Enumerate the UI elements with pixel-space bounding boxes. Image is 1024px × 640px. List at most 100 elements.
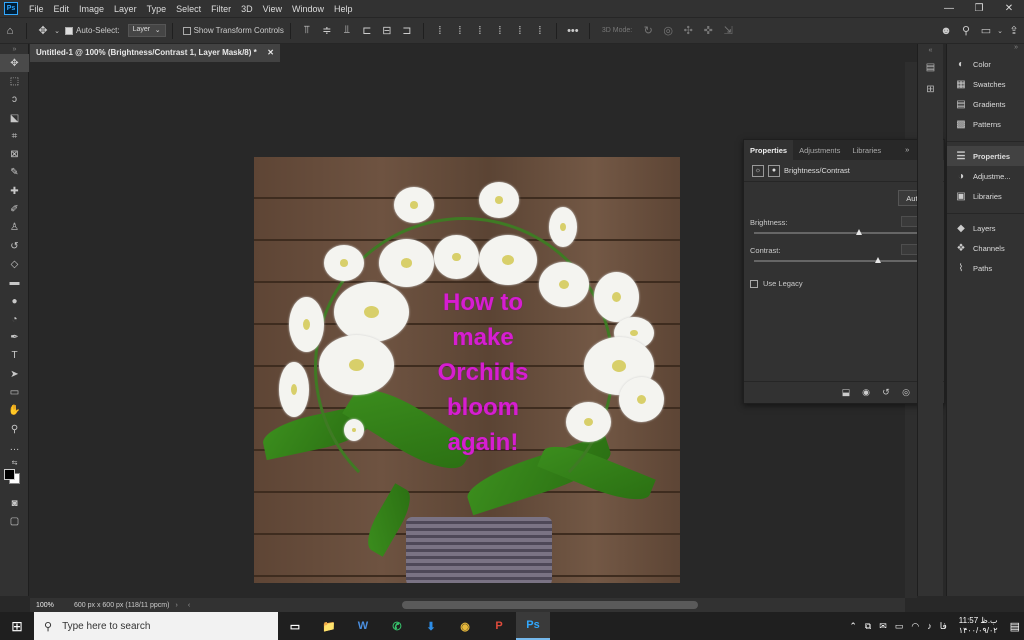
psiphon-icon[interactable]: P [482, 612, 516, 640]
dock-item-paths[interactable]: ⌇ Paths [947, 258, 1024, 278]
photoshop-taskbar-icon[interactable]: Ps [516, 612, 550, 640]
restore-icon[interactable]: ❐ [964, 3, 994, 14]
auto-select-checkbox[interactable] [65, 26, 73, 35]
use-legacy-checkbox[interactable] [750, 279, 758, 288]
healing-brush-tool-icon[interactable]: ✚ [0, 182, 29, 200]
align-top-icon[interactable]: ⫪ [297, 24, 317, 37]
chevron-right-icon[interactable]: › [175, 602, 177, 609]
pan-3d-icon[interactable]: ✣ [678, 24, 698, 37]
auto-select-target-dropdown[interactable]: Layer ⌄ [127, 24, 166, 37]
dock-item-layers[interactable]: ◆ Layers [947, 218, 1024, 238]
pen-tool-icon[interactable]: ✒ [0, 328, 29, 346]
use-legacy-option[interactable]: Use Legacy [750, 279, 803, 288]
object-select-tool-icon[interactable]: ⬕ [0, 109, 29, 127]
notifications-icon[interactable]: ▤ [1010, 620, 1020, 633]
lasso-tool-icon[interactable]: ↄ [0, 91, 29, 109]
home-icon[interactable]: ⌂ [0, 25, 20, 37]
rectangle-tool-icon[interactable]: ▭ [0, 383, 29, 401]
document-info[interactable]: 600 px x 600 px (118/11 ppcm) [64, 602, 169, 609]
clock[interactable]: 11:57 ب.ظ ۱۴۰۰/۰۹/۰۲ [959, 616, 998, 636]
view-previous-icon[interactable]: ◉ [856, 387, 876, 398]
share-export-icon[interactable]: ⇪ [1004, 24, 1024, 37]
eyedropper-tool-icon[interactable]: ✎ [0, 164, 29, 182]
network-icon[interactable]: ⧉ [865, 621, 871, 632]
chevron-up-icon[interactable]: ⌃ [849, 621, 857, 632]
screen-mode-icon[interactable]: ▢ [0, 513, 29, 531]
tab-adjustments[interactable]: Adjustments [793, 140, 846, 160]
reset-icon[interactable]: ↺ [876, 387, 896, 398]
distribute-icon[interactable]: ⁞ [510, 25, 530, 37]
dock-item-adjustments[interactable]: ◑ Adjustme... [947, 166, 1024, 186]
contrast-slider-thumb[interactable] [874, 257, 881, 263]
show-transform-checkbox[interactable] [182, 26, 191, 35]
contrast-slider[interactable] [754, 257, 926, 263]
dock-item-gradients[interactable]: ▤ Gradients [947, 94, 1024, 114]
path-select-tool-icon[interactable]: ➤ [0, 365, 29, 383]
chrome-icon[interactable]: ◉ [448, 612, 482, 640]
clip-to-layer-icon[interactable]: ⬓ [836, 387, 856, 398]
close-icon[interactable]: ✕ [994, 3, 1024, 14]
gradient-tool-icon[interactable]: ▬ [0, 274, 29, 292]
taskbar-search-box[interactable]: ⚲ Type here to search [34, 612, 278, 640]
move-tool-icon[interactable]: ✥ [33, 24, 53, 37]
zoom-tool-icon[interactable]: ⚲ [0, 420, 29, 438]
menu-file[interactable]: File [24, 4, 49, 14]
frame-tool-icon[interactable]: ⊠ [0, 145, 29, 163]
word-icon[interactable]: W [346, 612, 380, 640]
whatsapp-icon[interactable]: ✆ [380, 612, 414, 640]
brush-settings-icon[interactable]: ⊞ [918, 78, 943, 100]
distribute-icon[interactable]: ⁞ [450, 25, 470, 37]
marquee-tool-icon[interactable]: ⬚ [0, 72, 29, 90]
foreground-color-swatch[interactable] [4, 468, 15, 480]
clone-stamp-tool-icon[interactable]: ♙ [0, 219, 29, 237]
mail-icon[interactable]: ✉ [879, 621, 887, 632]
menu-image[interactable]: Image [74, 4, 109, 14]
orbit-3d-icon[interactable]: ↻ [638, 24, 658, 37]
brush-tool-icon[interactable]: ✐ [0, 200, 29, 218]
dock-item-patterns[interactable]: ▩ Patterns [947, 114, 1024, 134]
distribute-icon[interactable]: ⁞ [530, 25, 550, 37]
language-indicator[interactable]: فا [940, 621, 947, 632]
swap-colors-icon[interactable]: ⇆ [0, 457, 29, 469]
align-right-icon[interactable]: ⊐ [397, 24, 417, 37]
dock-item-color[interactable]: ◐ Color [947, 54, 1024, 74]
move-tool-icon[interactable]: ✥ [0, 54, 29, 73]
layer-mask-icon[interactable]: ● [768, 164, 780, 177]
document-image[interactable]: How to make Orchids bloom again! [254, 157, 680, 583]
zoom-level[interactable]: 100% [30, 602, 64, 609]
align-vcenter-icon[interactable]: ≑ [317, 24, 337, 37]
menu-filter[interactable]: Filter [206, 4, 236, 14]
volume-icon[interactable]: ♪ [927, 621, 932, 631]
align-left-icon[interactable]: ⊏ [357, 24, 377, 37]
dock-item-libraries[interactable]: ▣ Libraries [947, 186, 1024, 206]
color-swatches[interactable] [0, 468, 29, 495]
visibility-eye-icon[interactable]: ◎ [896, 387, 916, 398]
brightness-slider[interactable] [754, 229, 926, 235]
menu-help[interactable]: Help [329, 4, 358, 14]
wifi-icon[interactable]: ◠ [911, 621, 919, 632]
menu-layer[interactable]: Layer [109, 4, 142, 14]
distribute-icon[interactable]: ⁞ [470, 25, 490, 37]
document-tab[interactable]: Untitled-1 @ 100% (Brightness/Contrast 1… [30, 44, 280, 62]
distribute-icon[interactable]: ⁞ [490, 25, 510, 37]
task-view-icon[interactable]: ▭ [278, 612, 312, 640]
type-tool-icon[interactable]: T [0, 347, 29, 365]
horizontal-scrollbar-thumb[interactable] [402, 601, 698, 609]
collapse-icon[interactable]: » [0, 44, 29, 54]
align-bottom-icon[interactable]: ⫫ [337, 24, 357, 37]
menu-3d[interactable]: 3D [236, 4, 258, 14]
quick-mask-icon[interactable]: ◙ [0, 495, 29, 513]
search-icon[interactable]: ⚲ [956, 24, 976, 37]
dock-item-properties[interactable]: ☰ Properties [947, 146, 1024, 166]
close-icon[interactable]: ✕ [267, 48, 274, 58]
brightness-icon[interactable]: ☼ [752, 164, 764, 177]
tab-properties[interactable]: Properties [744, 140, 794, 160]
collapse-icon[interactable]: » [947, 44, 1024, 54]
collapse-icon[interactable]: « [918, 44, 943, 56]
tab-libraries[interactable]: Libraries [846, 140, 887, 160]
dock-item-channels[interactable]: ❖ Channels [947, 238, 1024, 258]
menu-view[interactable]: View [258, 4, 287, 14]
file-explorer-icon[interactable]: 📁 [312, 612, 346, 640]
eraser-tool-icon[interactable]: ◇ [0, 255, 29, 273]
collapse-icon[interactable]: » [900, 140, 914, 160]
